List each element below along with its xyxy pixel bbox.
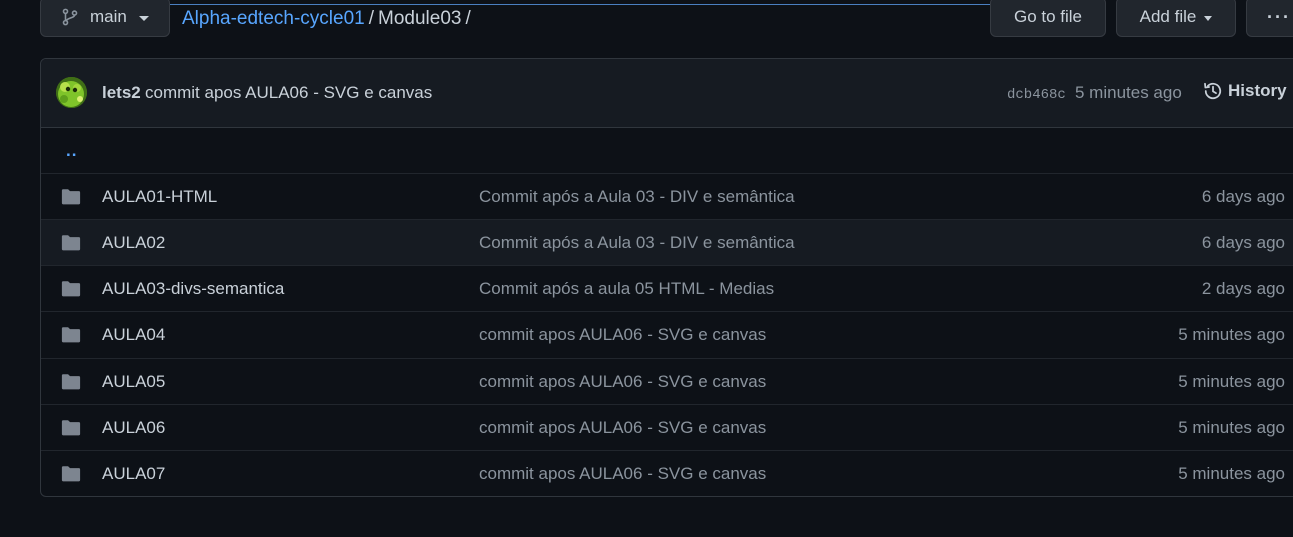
table-row[interactable]: AULA04 commit apos AULA06 - SVG e canvas 5…: [41, 311, 1293, 357]
table-row[interactable]: AULA05 commit apos AULA06 - SVG e canvas 5…: [41, 358, 1293, 404]
file-name-link[interactable]: AULA01-HTML: [102, 187, 217, 207]
table-row[interactable]: AULA07 commit apos AULA06 - SVG e canvas 5…: [41, 450, 1293, 496]
file-name-link[interactable]: AULA04: [102, 325, 165, 345]
table-row[interactable]: AULA01-HTML Commit após a Aula 03 - DIV e…: [41, 173, 1293, 219]
file-name-link[interactable]: AULA02: [102, 233, 165, 253]
history-link[interactable]: History: [1203, 81, 1287, 101]
commit-sha-link[interactable]: dcb468c: [1007, 87, 1066, 103]
file-name-link[interactable]: AULA07: [102, 464, 165, 484]
file-commit-age: 5 minutes ago: [1178, 418, 1285, 437]
file-commit-message-link[interactable]: commit apos AULA06 - SVG e canvas: [479, 418, 766, 438]
file-commit-age: 6 days ago: [1201, 233, 1285, 252]
breadcrumb-current-folder: Module03: [378, 8, 462, 29]
go-to-file-button[interactable]: Go to file: [990, 0, 1106, 37]
file-commit-age: 6 days ago: [1201, 187, 1285, 206]
file-commit-message-link[interactable]: commit apos AULA06 - SVG e canvas: [479, 464, 766, 484]
file-commit-age: 5 minutes ago: [1178, 325, 1285, 344]
table-row[interactable]: AULA02 Commit após a Aula 03 - DIV e semâ…: [41, 219, 1293, 265]
folder-icon: [61, 420, 81, 436]
add-file-button[interactable]: Add file: [1116, 0, 1236, 37]
table-row[interactable]: AULA06 commit apos AULA06 - SVG e canvas 5…: [41, 404, 1293, 450]
branch-name: main: [90, 7, 127, 26]
file-commit-age: 5 minutes ago: [1178, 464, 1285, 483]
file-commit-message-link[interactable]: commit apos AULA06 - SVG e canvas: [479, 325, 766, 345]
kebab-horizontal-icon: ···: [1267, 6, 1291, 27]
breadcrumb: Alpha-edtech-cycle01/Module03/: [182, 8, 475, 30]
file-name-link[interactable]: AULA06: [102, 418, 165, 438]
history-label: History: [1228, 81, 1287, 100]
file-commit-message-link[interactable]: commit apos AULA06 - SVG e canvas: [479, 372, 766, 392]
breadcrumb-separator: /: [368, 8, 374, 29]
more-options-button[interactable]: ···: [1246, 0, 1293, 37]
file-commit-age: 2 days ago: [1201, 279, 1285, 298]
file-commit-age: 5 minutes ago: [1178, 372, 1285, 391]
directory-listing: lets2 commit apos AULA06 - SVG e canvas …: [40, 58, 1293, 497]
table-row[interactable]: AULA03-divs-semantica Commit após a aula …: [41, 265, 1293, 311]
chevron-down-icon: [1204, 15, 1213, 21]
parent-directory-row[interactable]: ..: [41, 127, 1293, 173]
add-file-label: Add file: [1139, 7, 1197, 26]
file-commit-message-link[interactable]: Commit após a aula 05 HTML - Medias: [479, 279, 774, 299]
avatar-image: [56, 77, 87, 108]
git-branch-icon: [62, 8, 78, 26]
latest-commit-bar: lets2 commit apos AULA06 - SVG e canvas …: [41, 59, 1293, 128]
parent-directory-link[interactable]: ..: [66, 141, 77, 161]
avatar[interactable]: [56, 77, 87, 108]
folder-icon: [61, 327, 81, 343]
folder-icon: [61, 235, 81, 251]
folder-icon: [61, 189, 81, 205]
breadcrumb-trailing-separator: /: [465, 8, 471, 29]
breadcrumb-repo-link[interactable]: Alpha-edtech-cycle01: [182, 8, 365, 29]
file-navigation-toolbar: main Alpha-edtech-cycle01/Module03/ Go t…: [0, 0, 1293, 38]
folder-icon: [61, 466, 81, 482]
file-commit-message-link[interactable]: Commit após a Aula 03 - DIV e semântica: [479, 233, 795, 253]
file-commit-message-link[interactable]: Commit após a Aula 03 - DIV e semântica: [479, 187, 795, 207]
folder-icon: [61, 374, 81, 390]
history-clock-icon: [1204, 82, 1222, 100]
branch-select-button[interactable]: main: [40, 0, 170, 37]
commit-message-link[interactable]: commit apos AULA06 - SVG e canvas: [145, 83, 432, 103]
folder-icon: [61, 281, 81, 297]
chevron-down-icon: [138, 15, 149, 21]
file-name-link[interactable]: AULA05: [102, 372, 165, 392]
file-name-link[interactable]: AULA03-divs-semantica: [102, 279, 284, 299]
commit-author-link[interactable]: lets2: [102, 83, 141, 103]
commit-time: 5 minutes ago: [1075, 83, 1182, 102]
